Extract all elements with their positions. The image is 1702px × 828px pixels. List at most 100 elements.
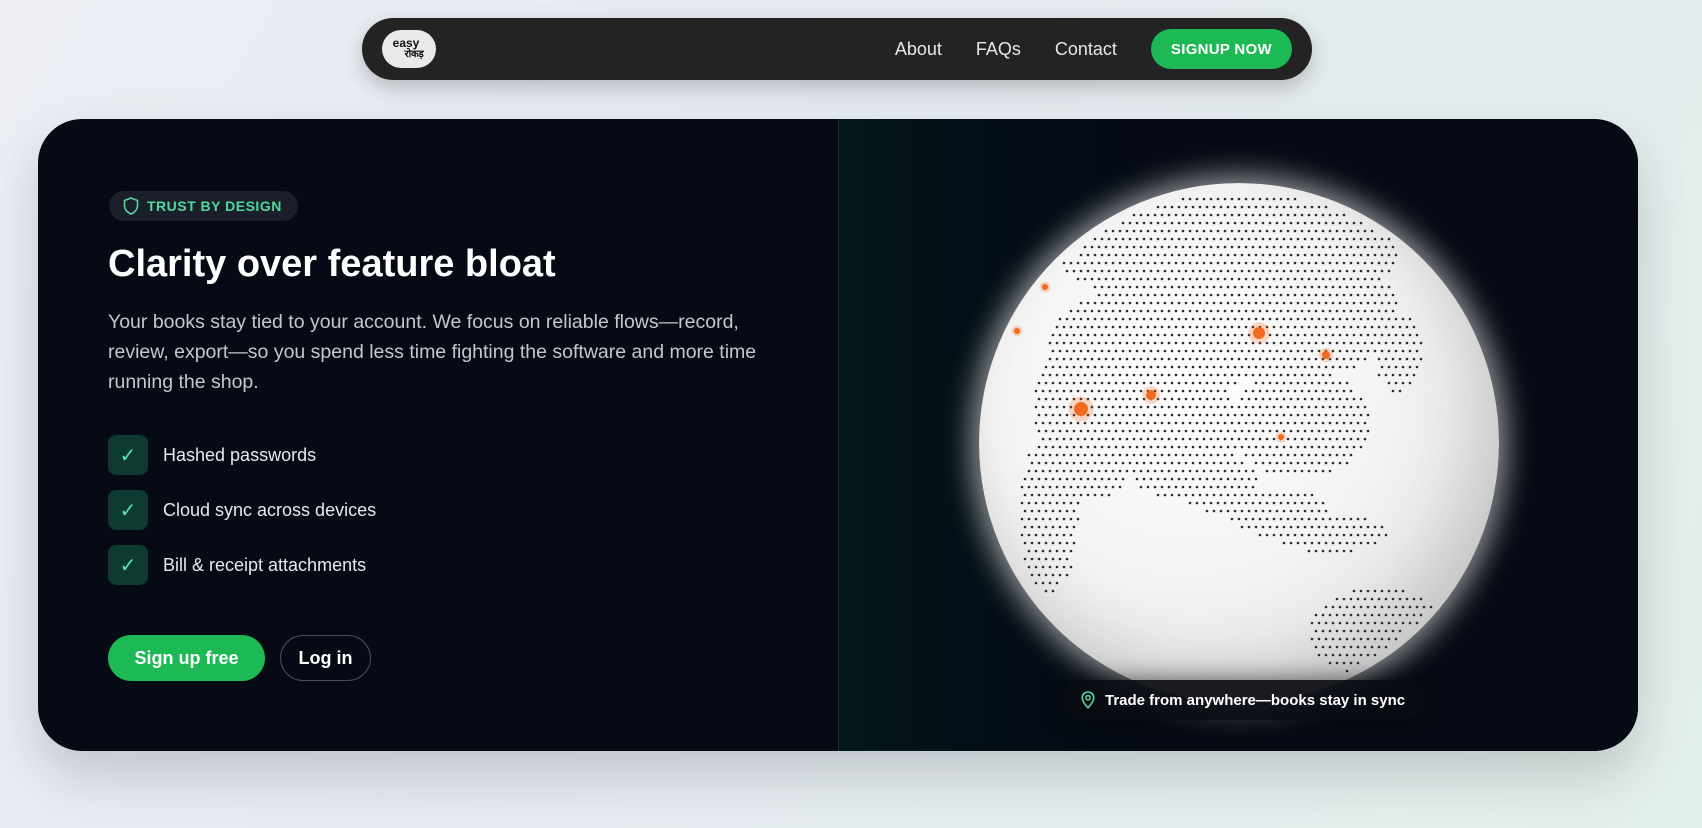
globe-dot [1237,325,1241,329]
globe-dot [1226,445,1230,449]
globe-dot [1307,373,1311,377]
globe-dot [1044,589,1048,593]
globe-dot [1303,525,1307,529]
sign-up-free-button[interactable]: Sign up free [108,635,265,681]
nav-link-contact[interactable]: Contact [1055,39,1117,60]
globe-dot [1324,317,1328,321]
globe-dot [1160,357,1164,361]
globe-dot [1069,437,1073,441]
nav-link-faqs[interactable]: FAQs [976,39,1021,60]
globe-dot [1223,357,1227,361]
globe-dot [1366,413,1370,417]
globe-dot [1027,469,1031,473]
globe-dot [1191,253,1195,257]
globe-dot [1387,365,1391,369]
globe-dot [1254,237,1258,241]
globe-dot [1188,309,1192,313]
globe-dot [1216,421,1220,425]
log-in-button[interactable]: Log in [280,635,371,681]
globe-dot [1209,373,1213,377]
globe-dot [1240,397,1244,401]
globe-dot [1118,421,1122,425]
globe-dot [1107,429,1111,433]
globe-dot [1303,541,1307,545]
globe-dot [1212,205,1216,209]
globe-dot [1048,485,1052,489]
globe-dot [1394,589,1398,593]
globe-dot [1230,245,1234,249]
globe-dot [1352,317,1356,321]
globe-dot [1146,341,1150,345]
globe-dot [1324,413,1328,417]
globe-dot [1237,485,1241,489]
globe-dot [1258,517,1262,521]
globe-dot [1212,253,1216,257]
globe-dot [1181,485,1185,489]
globe-dot [1181,245,1185,249]
globe-dot [1394,349,1398,353]
globe-dot [1209,325,1213,329]
globe-dot [1265,213,1269,217]
globe-dot [1408,317,1412,321]
globe-dot [1247,429,1251,433]
globe-dot [1356,341,1360,345]
globe-dot [1349,421,1353,425]
globe-dot [1272,309,1276,313]
globe-dot [1296,525,1300,529]
globe-dot [1261,445,1265,449]
globe-dot [1314,341,1318,345]
globe-dot [1100,285,1104,289]
globe-dot [1163,237,1167,241]
globe-dot [1184,413,1188,417]
globe-dot [1118,373,1122,377]
globe-dot [1167,405,1171,409]
globe-dot [1184,253,1188,257]
globe-dot [1303,445,1307,449]
globe-dot [1366,301,1370,305]
globe-dot [1209,309,1213,313]
globe-dot [1338,333,1342,337]
globe-dot [1338,253,1342,257]
globe-dot [1188,357,1192,361]
globe-dot [1296,221,1300,225]
globe-dot [1380,349,1384,353]
globe-dot [1104,357,1108,361]
globe-dot [1342,245,1346,249]
globe-dot [1184,461,1188,465]
globe-dot [1268,381,1272,385]
globe-dot [1104,293,1108,297]
globe-dot [1296,237,1300,241]
globe-dot [1317,205,1321,209]
globe-dot [1149,413,1153,417]
globe-dot [1055,565,1059,569]
globe-dot [1293,389,1297,393]
globe-dot [1083,357,1087,361]
globe-dot [1139,229,1143,233]
globe-dot [1359,637,1363,641]
globe-dot [1345,621,1349,625]
globe-dot [1272,341,1276,345]
globe-dot [1251,453,1255,457]
globe-dot [1366,317,1370,321]
globe-dot [1170,461,1174,465]
globe-dot [1191,349,1195,353]
globe-dot [1405,373,1409,377]
globe-dot [1359,301,1363,305]
globe-dot [1331,653,1335,657]
globe-dot [1391,629,1395,633]
globe-dot [1237,357,1241,361]
nav-link-about[interactable]: About [895,39,942,60]
brand-logo[interactable]: easy रोकड़ [382,30,436,68]
hero-actions: Sign up free Log in [108,635,371,681]
globe-dot [1037,525,1041,529]
globe-dot [1254,349,1258,353]
globe-dot [1310,541,1314,545]
globe-dot [1118,261,1122,265]
globe-dot [1317,653,1321,657]
globe-dot [1195,405,1199,409]
globe-dot [1300,213,1304,217]
globe-dot [1030,541,1034,545]
globe-dot [1051,573,1055,577]
signup-now-button[interactable]: SIGNUP NOW [1150,29,1292,69]
globe-dot [1184,381,1188,385]
